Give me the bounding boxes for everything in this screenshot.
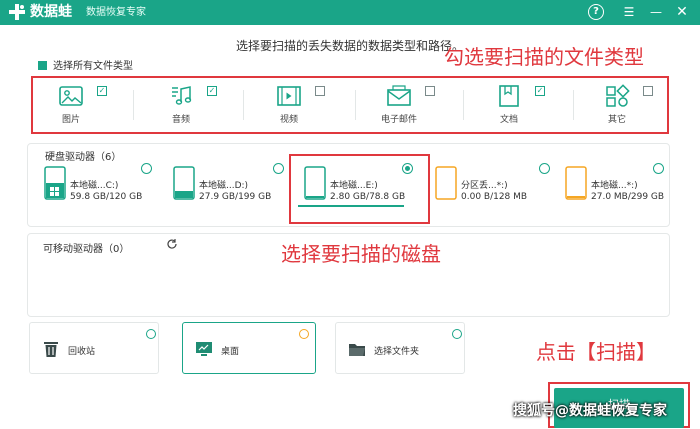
location-label: 桌面 [221, 347, 240, 357]
app-subtitle: 数据恢复专家 [86, 7, 146, 18]
select-all-label: 选择所有文件类型 [53, 61, 133, 72]
annotation-file-types: 勾选要扫描的文件类型 [444, 45, 644, 69]
drive-name: 本地磁...*:) [591, 181, 638, 191]
file-type-label: 图片 [61, 115, 80, 125]
drive-lost-partition[interactable]: 分区丢...*:) 0.00 B/128 MB [435, 163, 555, 210]
drive-c[interactable]: 本地磁...C:) 59.8 GB/120 GB [44, 163, 154, 210]
drive-size: 27.0 MB/299 GB [591, 192, 665, 202]
drive-name: 本地磁...D:) [199, 181, 249, 191]
drive-radio[interactable] [141, 163, 152, 174]
image-icon [59, 86, 83, 106]
menu-button[interactable]: ☰ [621, 4, 637, 20]
file-type-label: 文档 [499, 115, 518, 125]
file-type-other[interactable]: 其它 [573, 84, 665, 128]
drive-radio[interactable] [273, 163, 284, 174]
drive-d[interactable]: 本地磁...D:) 27.9 GB/199 GB [173, 163, 293, 210]
desktop-icon [196, 342, 212, 356]
minimize-button[interactable]: — [648, 4, 664, 20]
drive-size: 59.8 GB/120 GB [70, 192, 143, 202]
drive-icon [173, 166, 195, 200]
close-button[interactable]: ✕ [674, 4, 690, 20]
folder-icon [349, 344, 365, 356]
drive-size: 27.9 GB/199 GB [199, 192, 272, 202]
title-bar: 数据蛙 数据恢复专家 ? ☰ — ✕ [0, 0, 700, 25]
file-type-label: 其它 [607, 115, 626, 125]
file-type-email[interactable]: 电子邮件 [355, 84, 447, 128]
document-checkbox[interactable]: ✓ [535, 86, 545, 96]
drive-e[interactable]: 本地磁...E:) 2.80 GB/78.8 GB [298, 163, 424, 210]
location-label: 选择文件夹 [374, 347, 420, 357]
location-recycle-bin[interactable]: 回收站 [29, 322, 159, 374]
annotation-disk: 选择要扫描的磁盘 [281, 242, 441, 266]
location-desktop[interactable]: 桌面 [182, 322, 316, 374]
refresh-icon[interactable] [166, 238, 178, 250]
drive-name: 本地磁...C:) [70, 181, 119, 191]
removable-drives-title: 可移动驱动器（0） [43, 244, 130, 255]
drive-radio-selected[interactable] [402, 163, 413, 174]
app-logo-icon [9, 4, 25, 20]
location-radio[interactable] [452, 329, 462, 339]
location-radio[interactable] [299, 329, 309, 339]
select-all-file-types[interactable]: 选择所有文件类型 [38, 61, 133, 73]
location-select-folder[interactable]: 选择文件夹 [335, 322, 465, 374]
file-type-document[interactable]: 文档 ✓ [465, 84, 557, 128]
file-type-label: 音频 [171, 115, 190, 125]
hard-drives-title: 硬盘驱动器（6） [45, 152, 122, 163]
drive-icon [435, 166, 457, 200]
divider [133, 90, 134, 120]
drive-name: 分区丢...*:) [461, 181, 508, 191]
music-icon [172, 86, 192, 105]
drive-radio[interactable] [653, 163, 664, 174]
file-type-audio[interactable]: 音频 ✓ [137, 84, 229, 128]
divider [243, 90, 244, 120]
other-checkbox[interactable] [643, 86, 653, 96]
drive-size: 2.80 GB/78.8 GB [330, 192, 406, 202]
trash-icon [44, 342, 58, 357]
document-icon [499, 85, 519, 107]
email-checkbox[interactable] [425, 86, 435, 96]
other-icon [606, 84, 630, 107]
drive-other[interactable]: 本地磁...*:) 27.0 MB/299 GB [565, 163, 670, 210]
drive-radio[interactable] [539, 163, 550, 174]
drive-icon [565, 166, 587, 200]
audio-checkbox[interactable]: ✓ [207, 86, 217, 96]
location-label: 回收站 [68, 347, 96, 357]
drive-selected-bar [298, 205, 404, 207]
file-type-video[interactable]: 视频 [245, 84, 337, 128]
drive-name: 本地磁...E:) [330, 181, 378, 191]
video-checkbox[interactable] [315, 86, 325, 96]
annotation-click-scan: 点击【扫描】 [536, 340, 656, 364]
divider [463, 90, 464, 120]
drive-icon [44, 166, 66, 200]
app-name: 数据蛙 [30, 4, 72, 20]
select-all-checkbox[interactable] [38, 61, 47, 70]
file-type-label: 电子邮件 [380, 115, 417, 125]
help-button[interactable]: ? [588, 4, 604, 20]
drive-icon [304, 166, 326, 200]
video-icon [277, 86, 301, 106]
file-type-label: 视频 [279, 115, 298, 125]
mail-icon [387, 85, 411, 106]
watermark: 搜狐号@数据蛙恢复专家 [513, 403, 667, 419]
file-type-image[interactable]: 图片 ✓ [27, 84, 119, 128]
image-checkbox[interactable]: ✓ [97, 86, 107, 96]
drive-size: 0.00 B/128 MB [461, 192, 528, 202]
location-radio[interactable] [146, 329, 156, 339]
